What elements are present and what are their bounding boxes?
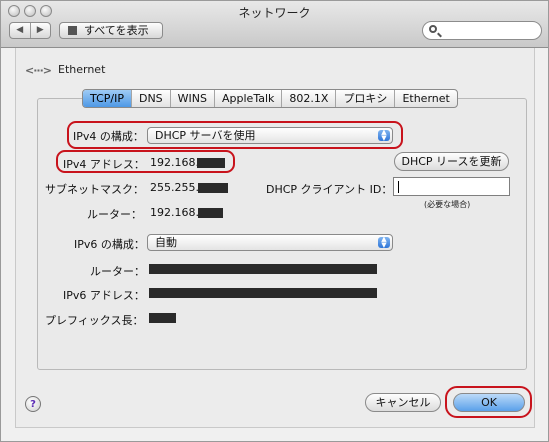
tab-appletalk[interactable]: AppleTalk <box>214 90 281 107</box>
ipv6-config-value: 自動 <box>155 236 177 249</box>
highlight-ok-button <box>445 386 532 418</box>
dhcp-client-id-label: DHCP クライアント ID： <box>266 183 393 196</box>
highlight-ipv4-address <box>56 150 235 173</box>
ipv6-address-label: IPv6 アドレス： <box>63 289 145 302</box>
subnet-mask-label: サブネットマスク： <box>45 183 144 196</box>
search-icon <box>429 25 437 33</box>
prefix-length-label: プレフィックス長： <box>45 314 144 327</box>
ipv6-config-label: IPv6 の構成： <box>74 238 145 251</box>
ethernet-icon: <···> <box>25 64 52 77</box>
window-title: ネットワーク <box>238 6 311 20</box>
help-button[interactable]: ? <box>25 396 41 412</box>
redaction-bar <box>149 288 377 298</box>
grid-icon <box>68 26 77 35</box>
ipv6-config-popup[interactable]: 自動 ▲ ▼ <box>147 234 393 251</box>
tab-dns[interactable]: DNS <box>130 90 170 107</box>
text-caret <box>398 181 399 193</box>
subnet-mask-value: 255.255. <box>150 181 199 194</box>
tab-8021x[interactable]: 802.1X <box>281 90 335 107</box>
network-window: ネットワーク ◀ ▶ すべてを表示 <···> Ethernet TCP/IP … <box>0 0 549 442</box>
tab-bar: TCP/IP DNS WINS AppleTalk 802.1X プロキシ Et… <box>82 89 458 108</box>
redaction-bar <box>198 208 223 218</box>
redaction-bar <box>198 183 228 193</box>
dhcp-client-id-field[interactable] <box>393 177 510 196</box>
cancel-button[interactable]: キャンセル <box>365 393 441 412</box>
tab-wins[interactable]: WINS <box>169 90 214 107</box>
tab-proxy[interactable]: プロキシ <box>335 90 394 107</box>
show-all-button[interactable]: すべてを表示 <box>59 22 163 39</box>
renew-dhcp-lease-button[interactable]: DHCP リースを更新 <box>394 152 509 171</box>
interface-name: Ethernet <box>58 63 106 76</box>
tab-tcpip[interactable]: TCP/IP <box>83 90 131 107</box>
forward-arrow-icon[interactable]: ▶ <box>29 23 51 38</box>
router-label: ルーター： <box>87 208 142 221</box>
router-value: 192.168. <box>150 206 199 219</box>
show-all-label: すべてを表示 <box>84 24 149 37</box>
title-bar: ネットワーク ◀ ▶ すべてを表示 <box>1 1 548 48</box>
search-field[interactable] <box>422 21 542 40</box>
tab-ethernet[interactable]: Ethernet <box>394 90 456 107</box>
popup-arrows-icon: ▲ ▼ <box>378 236 390 248</box>
back-arrow-icon[interactable]: ◀ <box>10 23 30 38</box>
highlight-ipv4-config <box>67 121 403 149</box>
back-forward-buttons: ◀ ▶ <box>9 22 51 39</box>
dhcp-client-id-hint: (必要な場合) <box>424 200 471 209</box>
redaction-bar <box>149 313 176 323</box>
redaction-bar <box>149 264 377 274</box>
ipv6-router-label: ルーター： <box>90 265 145 278</box>
